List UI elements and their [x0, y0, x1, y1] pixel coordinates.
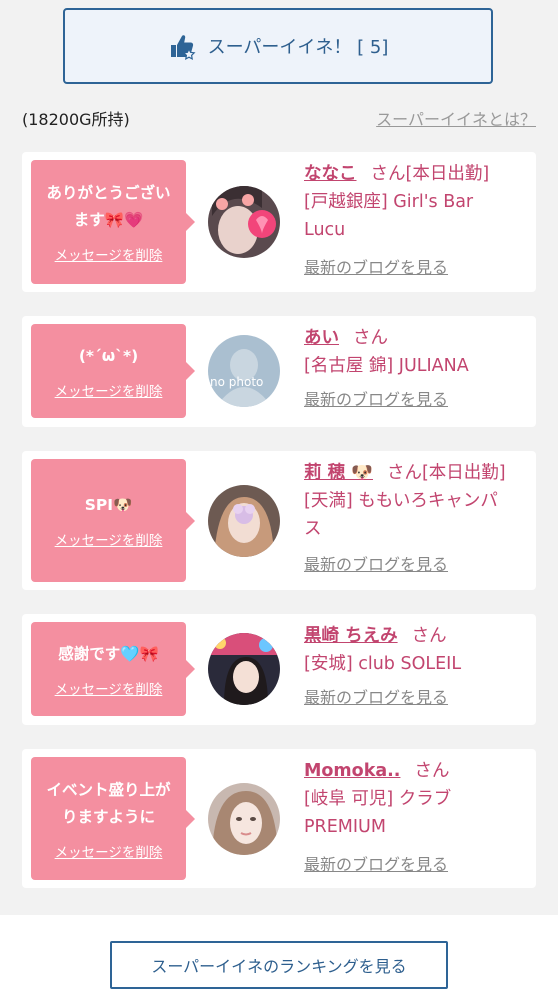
cast-info: あい さん [名古屋 錦] JULIANA 最新のブログを見る [304, 324, 529, 414]
shop-text: [岐阜 可児] クラブ [304, 789, 452, 809]
like-card: SPI🐶 メッセージを削除 莉 穂 🐶 さん[本日出勤] [天満] ももいろキャン… [22, 451, 536, 590]
avatar[interactable] [208, 186, 280, 258]
avatar[interactable] [208, 633, 280, 705]
shop-text: [天満] ももいろキャンパ [304, 491, 498, 511]
latest-blog-link[interactable]: 最新のブログを見る [304, 386, 529, 414]
avatar[interactable]: no photo [208, 335, 280, 407]
footer-area: スーパーイイネのランキングを見る [0, 915, 558, 1000]
shop-text: Lucu [304, 220, 346, 240]
shop-text: [安城] club SOLEIL [304, 654, 462, 674]
avatar[interactable] [208, 485, 280, 557]
message-bubble: SPI🐶 メッセージを削除 [31, 459, 195, 582]
info-row: (18200G所持) スーパーイイネとは？ [22, 106, 536, 130]
super-like-button[interactable]: スーパーイイネ！ [ 5] [63, 8, 493, 84]
cast-name-link[interactable]: ななこ [304, 164, 357, 184]
message-bubble: 感謝です🩵🎀 メッセージを削除 [31, 622, 195, 716]
message-bubble: (*´ω`*) メッセージを削除 [31, 324, 195, 418]
shop-text: [戸越銀座] Girl's Bar [304, 192, 474, 212]
san-label: さん [411, 626, 447, 646]
like-card: ありがとうござい ます🎀💗 メッセージを削除 ななこ さん[本日出勤] [戸越銀座… [22, 152, 536, 292]
shop-text: [名古屋 錦] JULIANA [304, 356, 469, 376]
latest-blog-link[interactable]: 最新のブログを見る [304, 684, 529, 712]
message-bubble: イベント盛り上が りますように メッセージを削除 [31, 757, 195, 880]
message-text: (*´ω`*) [78, 346, 139, 365]
san-label: さん[本日出勤] [370, 164, 490, 184]
cast-info: Momoka.. さん [岐阜 可児] クラブ PREMIUM 最新のブログを見る [304, 757, 529, 879]
what-is-super-like-link[interactable]: スーパーイイネとは？ [376, 106, 536, 130]
super-like-label: スーパーイイネ！ [ 5] [207, 37, 389, 58]
cast-name-link[interactable]: Momoka.. [304, 761, 400, 781]
delete-message-link[interactable]: メッセージを削除 [55, 678, 163, 698]
message-bubble: ありがとうござい ます🎀💗 メッセージを削除 [31, 160, 195, 284]
cast-info: 莉 穂 🐶 さん[本日出勤] [天満] ももいろキャンパ ス 最新のブログを見る [304, 459, 529, 579]
points-text: (18200G所持) [22, 110, 130, 129]
cast-name-link[interactable]: 莉 穂 🐶 [304, 463, 373, 483]
latest-blog-link[interactable]: 最新のブログを見る [304, 851, 529, 879]
delete-message-link[interactable]: メッセージを削除 [55, 380, 163, 400]
message-text: 感謝です🩵🎀 [58, 644, 159, 663]
like-card: (*´ω`*) メッセージを削除 no photo あい さん [名古屋 錦] J… [22, 316, 536, 427]
message-text: イベント盛り上が りますように [46, 780, 171, 826]
cast-info: 黒崎 ちえみ さん [安城] club SOLEIL 最新のブログを見る [304, 622, 529, 712]
like-card: イベント盛り上が りますように メッセージを削除 Momoka.. さん [岐阜 … [22, 749, 536, 888]
latest-blog-link[interactable]: 最新のブログを見る [304, 551, 529, 579]
cast-info: ななこ さん[本日出勤] [戸越銀座] Girl's Bar Lucu 最新のブロ… [304, 160, 529, 282]
no-photo-caption: no photo [210, 375, 264, 389]
message-text: SPI🐶 [84, 496, 133, 514]
delete-message-link[interactable]: メッセージを削除 [55, 244, 163, 264]
thumbs-up-star-icon [168, 32, 196, 60]
message-text: ありがとうござい ます🎀💗 [46, 184, 171, 229]
view-ranking-button[interactable]: スーパーイイネのランキングを見る [110, 941, 448, 989]
shop-text: ス [304, 519, 322, 539]
san-label: さん [414, 761, 450, 781]
delete-message-link[interactable]: メッセージを削除 [55, 841, 163, 861]
cast-name-link[interactable]: 黒崎 ちえみ [304, 626, 398, 646]
san-label: さん[本日出勤] [386, 463, 506, 483]
avatar[interactable] [208, 783, 280, 855]
delete-message-link[interactable]: メッセージを削除 [55, 529, 163, 549]
san-label: さん [353, 328, 388, 348]
cast-name-link[interactable]: あい [304, 328, 339, 348]
like-card: 感謝です🩵🎀 メッセージを削除 黒崎 ちえみ さん [安城] club SOLEI… [22, 614, 536, 725]
shop-text: PREMIUM [304, 817, 386, 837]
latest-blog-link[interactable]: 最新のブログを見る [304, 254, 529, 282]
